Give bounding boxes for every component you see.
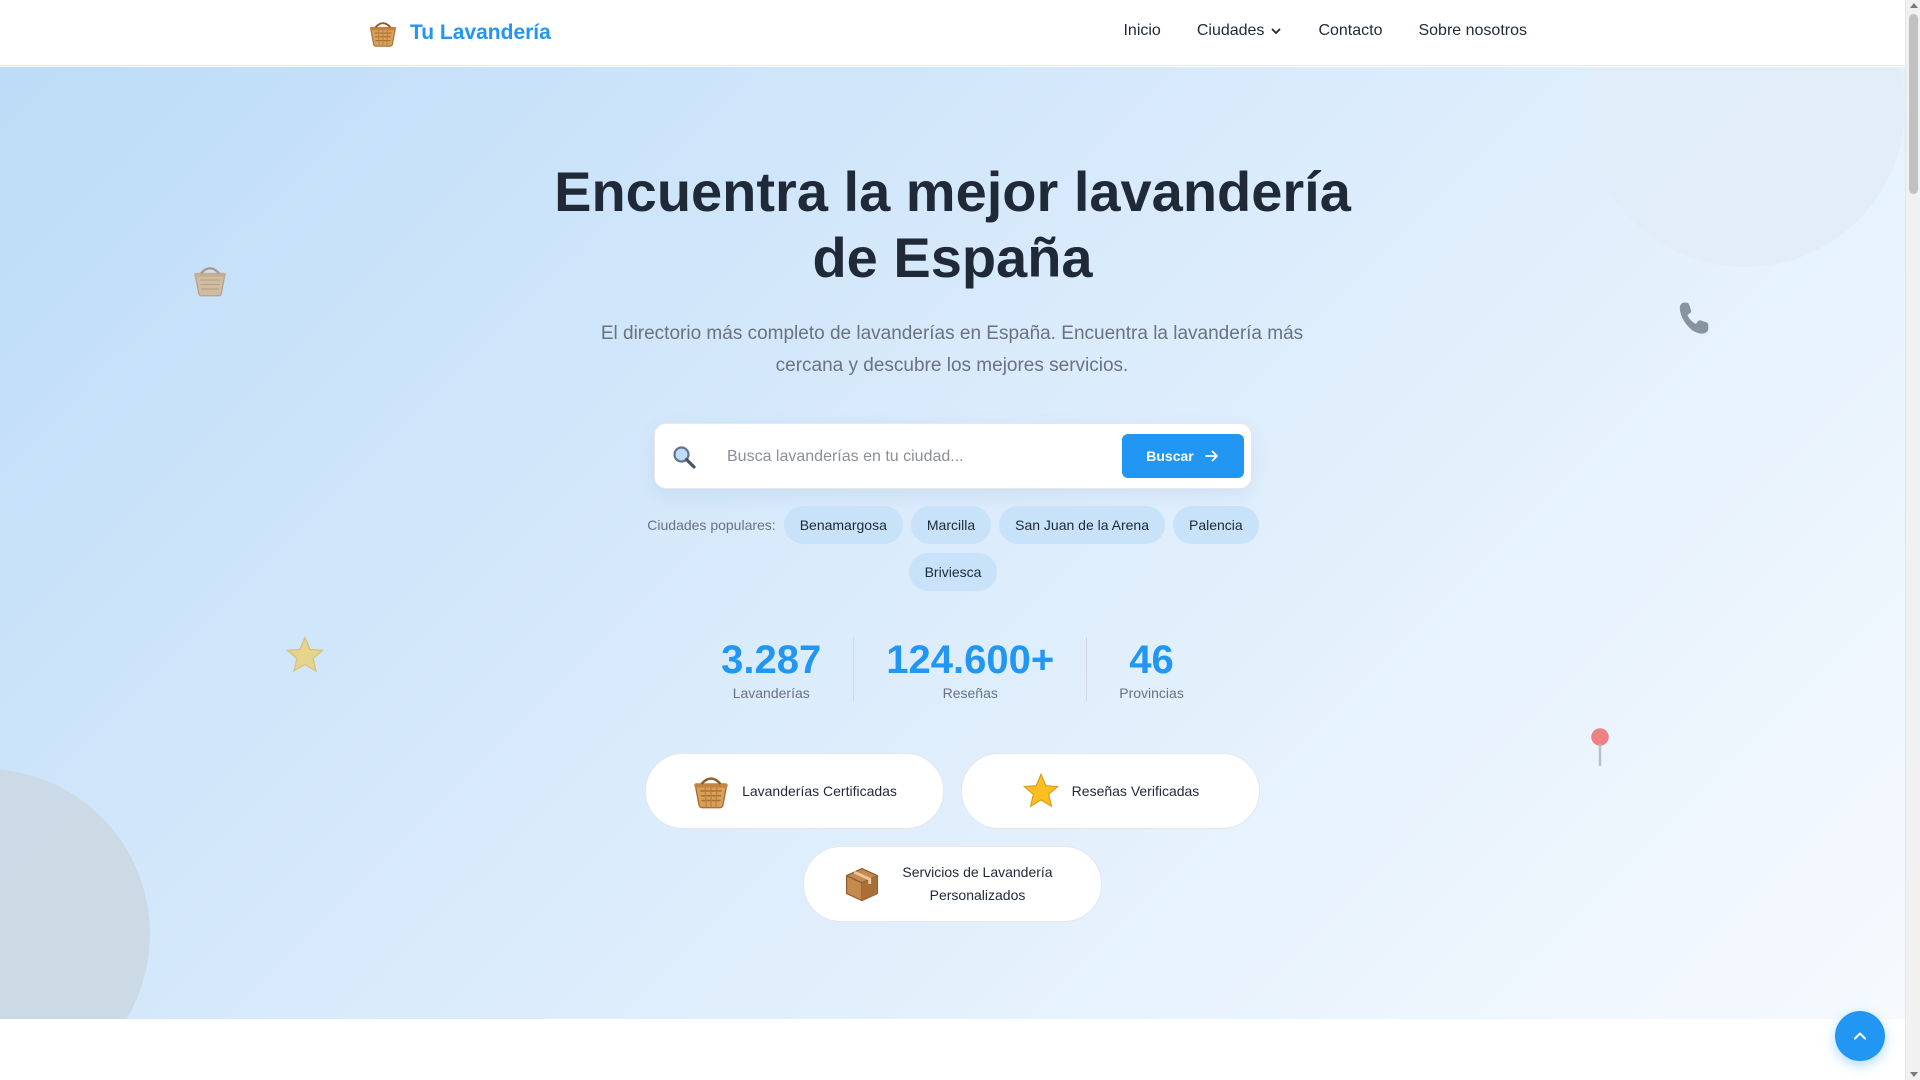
- stat-label: Provincias: [1119, 685, 1184, 701]
- search-input[interactable]: [727, 437, 1107, 477]
- nav-contact[interactable]: Contacto: [1318, 22, 1382, 40]
- nav-home[interactable]: Inicio: [1123, 22, 1160, 40]
- hero-subtitle-line: El directorio más completo de lavandería…: [600, 323, 1304, 344]
- site-header: Tu Lavandería Inicio Ciudades Contacto S…: [0, 0, 1905, 66]
- search-bar: Buscar: [654, 423, 1252, 489]
- stat-label: Reseñas: [942, 685, 998, 701]
- nav-cities-dropdown[interactable]: Ciudades: [1197, 22, 1283, 40]
- hero-section: Encuentra la mejor lavandería de España …: [0, 67, 1905, 1019]
- map-pin-icon: [1591, 728, 1609, 766]
- chevron-up-icon: [1854, 1032, 1866, 1040]
- scroll-down-arrow-icon[interactable]: [1910, 1072, 1918, 1077]
- stat-label: Lavanderías: [732, 685, 810, 701]
- brand-name: Tu Lavandería: [410, 21, 551, 44]
- page-scrollbar[interactable]: [1905, 0, 1920, 1080]
- search-button[interactable]: Buscar: [1122, 434, 1244, 478]
- city-chip-marcilla[interactable]: Marcilla: [910, 506, 992, 544]
- feature-verified-reviews: Reseñas Verificadas: [961, 753, 1260, 829]
- basket-icon: [694, 777, 728, 809]
- stat-provinces: 46 Provincias: [1087, 637, 1216, 701]
- scrollbar-thumb[interactable]: [1909, 14, 1918, 194]
- stat-value: 46: [1129, 638, 1174, 682]
- brand-logo-link[interactable]: Tu Lavandería: [368, 18, 551, 48]
- nav-about[interactable]: Sobre nosotros: [1418, 22, 1527, 40]
- page-title-line: de España: [812, 226, 1093, 289]
- city-chip-san-juan-de-la-arena[interactable]: San Juan de la Arena: [999, 506, 1165, 544]
- stat-reviews: 124.600+ Reseñas: [854, 637, 1088, 701]
- search-icon: [673, 446, 696, 469]
- feature-label: Lavanderías Certificadas: [742, 783, 897, 799]
- popular-cities-label: Ciudades populares:: [647, 517, 776, 533]
- phone-icon: [1679, 302, 1709, 334]
- city-chip-briviesca[interactable]: Briviesca: [908, 553, 998, 591]
- nav-cities-label: Ciudades: [1196, 22, 1265, 39]
- main-nav: Inicio Ciudades Contacto Sobre nosotros: [1123, 22, 1527, 40]
- stats-row: 3.287 Lavanderías 124.600+ Reseñas 46 Pr…: [0, 637, 1905, 701]
- package-icon: [845, 867, 878, 902]
- feature-label: Reseñas Verificadas: [1071, 783, 1200, 799]
- feature-label: Servicios de Lavandería Personalizados: [893, 861, 1063, 907]
- stat-laundries: 3.287 Lavanderías: [689, 637, 855, 701]
- popular-cities: Ciudades populares: Benamargosa Marcilla…: [620, 506, 1286, 591]
- star-icon: [1022, 772, 1059, 808]
- page-title-line: Encuentra la mejor lavandería: [554, 160, 1351, 223]
- city-chip-palencia[interactable]: Palencia: [1173, 506, 1259, 544]
- city-chip-benamargosa[interactable]: Benamargosa: [783, 506, 903, 544]
- basket-icon: [369, 22, 397, 47]
- page-title: Encuentra la mejor lavandería de España: [0, 159, 1905, 291]
- back-to-top-button[interactable]: [1835, 1011, 1885, 1061]
- feature-label-line: Personalizados: [929, 887, 1026, 903]
- feature-label-line: Servicios de Lavandería: [902, 864, 1053, 880]
- search-button-label: Buscar: [1146, 448, 1194, 464]
- feature-certified: Lavanderías Certificadas: [645, 753, 944, 829]
- decorative-circle: [0, 769, 150, 1019]
- stat-value: 3.287: [721, 638, 822, 682]
- feature-custom-services: Servicios de Lavandería Personalizados: [803, 846, 1102, 922]
- stat-value: 124.600+: [886, 638, 1055, 682]
- arrow-right-icon: [1204, 450, 1218, 462]
- scroll-up-arrow-icon[interactable]: [1910, 3, 1918, 8]
- hero-subtitle: El directorio más completo de lavandería…: [572, 318, 1332, 382]
- hero-subtitle-line: cercana y descubre los mejores servicios…: [775, 355, 1129, 376]
- chevron-down-icon: [1272, 28, 1281, 34]
